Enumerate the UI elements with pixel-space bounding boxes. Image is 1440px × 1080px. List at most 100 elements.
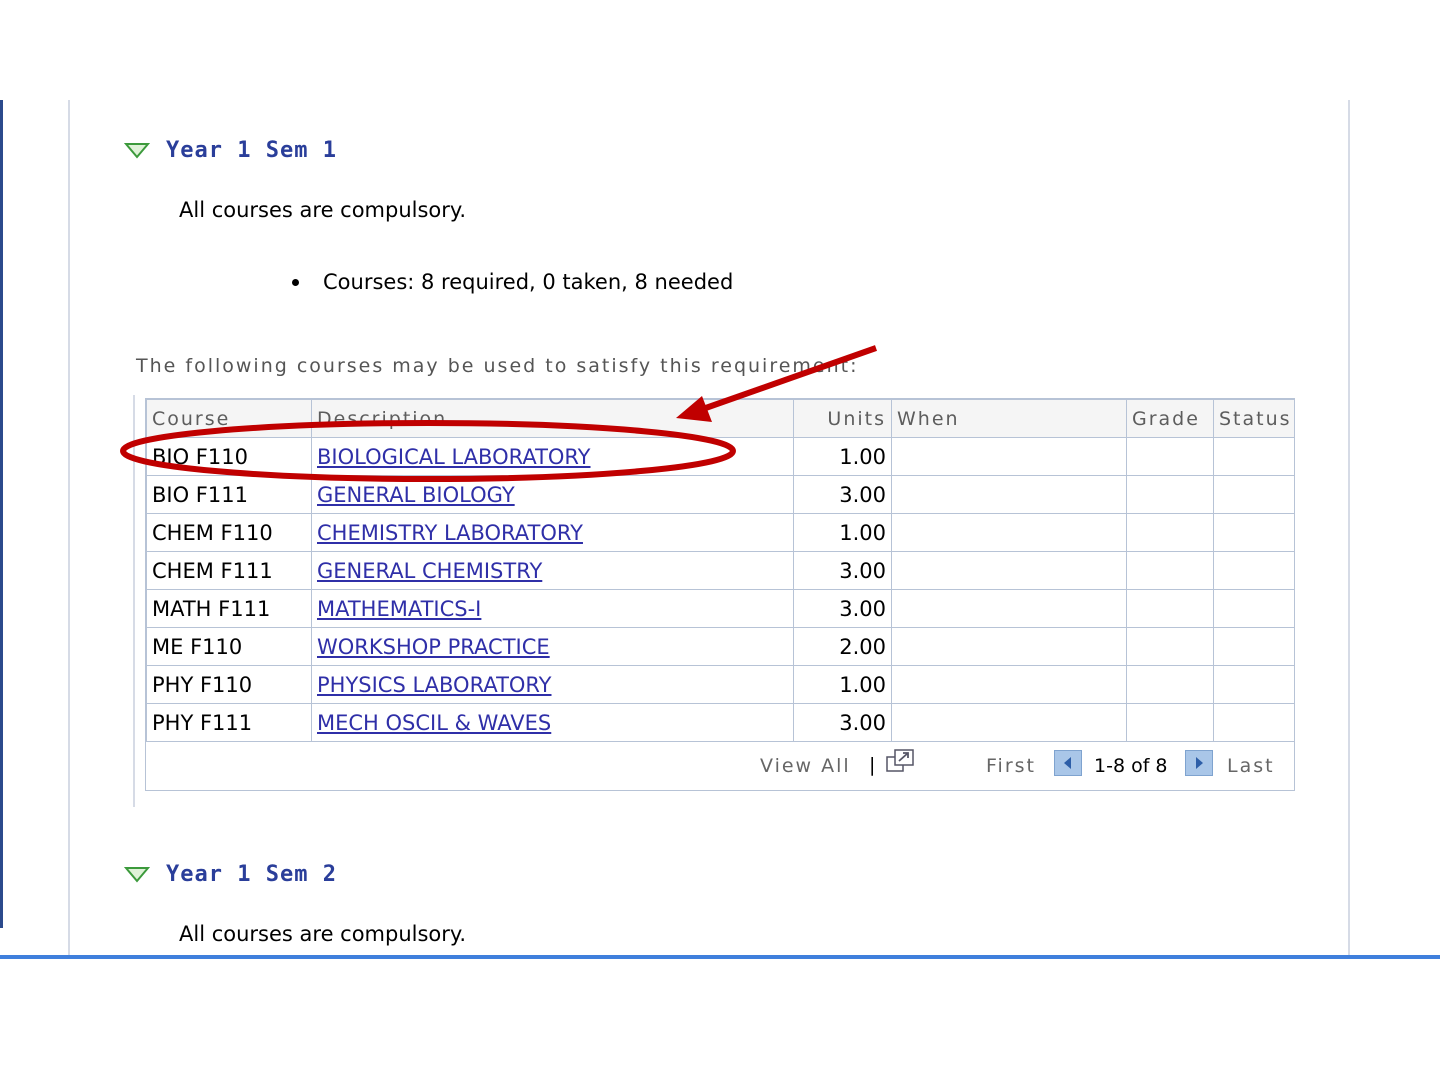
table-row: ME F110 WORKSHOP PRACTICE 2.00: [146, 627, 1295, 666]
last-page-link[interactable]: Last: [1227, 755, 1275, 777]
courses-grid: Course Description Units When Grade Stat…: [145, 398, 1295, 791]
course-units: 3.00: [793, 589, 892, 628]
column-header-status[interactable]: Status: [1213, 399, 1295, 438]
course-grade: [1126, 703, 1214, 742]
description-cell: CHEMISTRY LABORATORY: [311, 513, 794, 552]
bullet-icon: [292, 278, 299, 286]
table-row: BIO F111 GENERAL BIOLOGY 3.00: [146, 475, 1295, 514]
grid-left-rule: [133, 395, 135, 807]
left-border: [0, 100, 3, 928]
course-when: [891, 627, 1127, 666]
content-frame-right: [1348, 100, 1350, 958]
course-code: PHY F111: [146, 703, 312, 742]
course-units: 1.00: [793, 513, 892, 552]
grid-navigation-bar: View All | First 1-8 of 8 Last: [146, 741, 1294, 791]
course-units: 1.00: [793, 665, 892, 704]
course-when: [891, 475, 1127, 514]
course-status: [1213, 475, 1295, 514]
course-code: CHEM F111: [146, 551, 312, 590]
column-header-course[interactable]: Course: [146, 399, 312, 438]
course-status: [1213, 703, 1295, 742]
course-code: ME F110: [146, 627, 312, 666]
table-row: PHY F110 PHYSICS LABORATORY 1.00: [146, 665, 1295, 704]
course-code: CHEM F110: [146, 513, 312, 552]
course-code: MATH F111: [146, 589, 312, 628]
course-status: [1213, 513, 1295, 552]
description-cell: GENERAL CHEMISTRY: [311, 551, 794, 590]
description-cell: GENERAL BIOLOGY: [311, 475, 794, 514]
section-header-year1-sem2[interactable]: Year 1 Sem 2: [124, 862, 337, 887]
course-status: [1213, 665, 1295, 704]
course-description-link[interactable]: MECH OSCIL & WAVES: [317, 711, 551, 735]
page-range: 1-8 of 8: [1094, 755, 1168, 777]
view-all-separator: |: [869, 754, 876, 776]
section-title: Year 1 Sem 1: [166, 138, 337, 163]
course-when: [891, 513, 1127, 552]
description-cell: WORKSHOP PRACTICE: [311, 627, 794, 666]
table-row: MATH F111 MATHEMATICS-I 3.00: [146, 589, 1295, 628]
section-title: Year 1 Sem 2: [166, 862, 337, 887]
requirement-intro: The following courses may be used to sat…: [136, 355, 859, 377]
previous-page-button[interactable]: [1054, 750, 1082, 776]
description-cell: PHYSICS LABORATORY: [311, 665, 794, 704]
content-frame-left: [68, 100, 70, 958]
new-window-icon[interactable]: [885, 747, 917, 775]
course-units: 1.00: [793, 437, 892, 476]
course-grade: [1126, 437, 1214, 476]
table-row: CHEM F110 CHEMISTRY LABORATORY 1.00: [146, 513, 1295, 552]
course-units: 2.00: [793, 627, 892, 666]
collapse-triangle-icon[interactable]: [124, 865, 150, 885]
course-grade: [1126, 513, 1214, 552]
table-row: CHEM F111 GENERAL CHEMISTRY 3.00: [146, 551, 1295, 590]
course-when: [891, 703, 1127, 742]
summary-text: Courses: 8 required, 0 taken, 8 needed: [323, 270, 734, 294]
description-cell: BIOLOGICAL LABORATORY: [311, 437, 794, 476]
course-units: 3.00: [793, 551, 892, 590]
section-header-year1-sem1[interactable]: Year 1 Sem 1: [124, 138, 337, 163]
course-units: 3.00: [793, 703, 892, 742]
course-description-link[interactable]: PHYSICS LABORATORY: [317, 673, 552, 697]
course-when: [891, 589, 1127, 628]
table-row: PHY F111 MECH OSCIL & WAVES 3.00: [146, 703, 1295, 742]
course-code: PHY F110: [146, 665, 312, 704]
arrow-right-icon: [1196, 757, 1203, 769]
next-page-button[interactable]: [1185, 750, 1213, 776]
column-header-when[interactable]: When: [891, 399, 1127, 438]
window-bottom-edge: [0, 955, 1440, 959]
course-code: BIO F110: [146, 437, 312, 476]
section-note: All courses are compulsory.: [179, 922, 467, 946]
course-status: [1213, 437, 1295, 476]
course-status: [1213, 627, 1295, 666]
course-description-link[interactable]: GENERAL CHEMISTRY: [317, 559, 542, 583]
course-when: [891, 437, 1127, 476]
collapse-triangle-icon[interactable]: [124, 141, 150, 161]
courses-table: Course Description Units When Grade Stat…: [146, 399, 1295, 742]
column-header-grade[interactable]: Grade: [1126, 399, 1214, 438]
course-description-link[interactable]: BIOLOGICAL LABORATORY: [317, 445, 591, 469]
course-when: [891, 551, 1127, 590]
course-grade: [1126, 551, 1214, 590]
course-grade: [1126, 589, 1214, 628]
course-status: [1213, 551, 1295, 590]
table-row: BIO F110 BIOLOGICAL LABORATORY 1.00: [146, 437, 1295, 476]
course-when: [891, 665, 1127, 704]
course-grade: [1126, 665, 1214, 704]
requirement-summary: Courses: 8 required, 0 taken, 8 needed: [292, 270, 733, 294]
course-description-link[interactable]: CHEMISTRY LABORATORY: [317, 521, 583, 545]
course-units: 3.00: [793, 475, 892, 514]
column-header-units[interactable]: Units: [793, 399, 892, 438]
arrow-left-icon: [1064, 757, 1071, 769]
view-all-link[interactable]: View All: [760, 755, 851, 777]
course-description-link[interactable]: WORKSHOP PRACTICE: [317, 635, 550, 659]
table-header-row: Course Description Units When Grade Stat…: [146, 399, 1295, 438]
column-header-description[interactable]: Description: [311, 399, 794, 438]
description-cell: MECH OSCIL & WAVES: [311, 703, 794, 742]
course-status: [1213, 589, 1295, 628]
course-code: BIO F111: [146, 475, 312, 514]
course-grade: [1126, 627, 1214, 666]
course-grade: [1126, 475, 1214, 514]
course-description-link[interactable]: MATHEMATICS-I: [317, 597, 481, 621]
course-description-link[interactable]: GENERAL BIOLOGY: [317, 483, 515, 507]
section-note: All courses are compulsory.: [179, 198, 467, 222]
first-page-link[interactable]: First: [986, 755, 1036, 777]
